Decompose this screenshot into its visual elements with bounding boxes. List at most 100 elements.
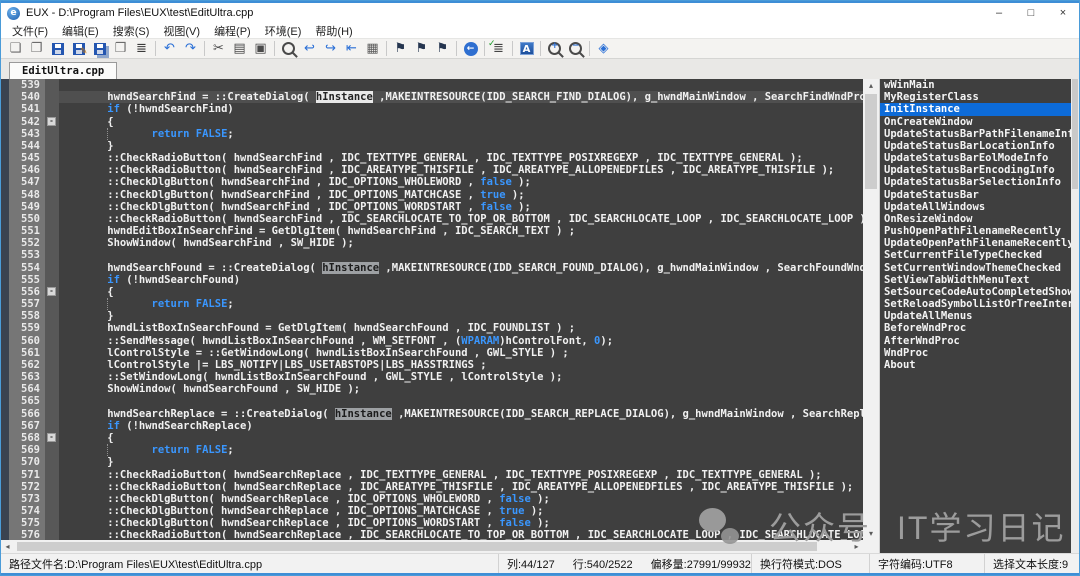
- code-line[interactable]: 539: [1, 79, 863, 91]
- code-line[interactable]: 568- {: [1, 432, 863, 444]
- find-previous-icon[interactable]: ↩: [299, 40, 320, 58]
- about-icon[interactable]: ◈: [593, 40, 614, 58]
- code-line[interactable]: 545 ::CheckRadioButton( hwndSearchFind ,…: [1, 152, 863, 164]
- sidebar-item-setsourcecodeautocompletedshowaf[interactable]: SetSourceCodeAutoCompletedShowAf: [880, 286, 1071, 298]
- sidebar-item-beforewndproc[interactable]: BeforeWndProc: [880, 322, 1071, 334]
- code-line[interactable]: 558 }: [1, 310, 863, 322]
- code-line[interactable]: 559 hwndListBoxInSearchFound = GetDlgIte…: [1, 322, 863, 334]
- back-icon[interactable]: ←: [460, 40, 481, 58]
- code-line[interactable]: 550 ::CheckRadioButton( hwndSearchFind ,…: [1, 213, 863, 225]
- code-line[interactable]: 562 lControlStyle |= LBS_NOTIFY|LBS_USET…: [1, 359, 863, 371]
- sidebar-item-onresizewindow[interactable]: OnResizeWindow: [880, 213, 1071, 225]
- close-button[interactable]: ×: [1047, 3, 1079, 23]
- code-line[interactable]: 544 }: [1, 140, 863, 152]
- copy-icon[interactable]: ▤: [229, 40, 250, 58]
- sidebar-item-afterwndproc[interactable]: AfterWndProc: [880, 335, 1071, 347]
- sidebar-item-updatestatusbareolmodeinfo[interactable]: UpdateStatusBarEolModeInfo: [880, 152, 1071, 164]
- menu-program[interactable]: 编程(P): [207, 23, 258, 39]
- code-line[interactable]: 565: [1, 395, 863, 407]
- undo-icon[interactable]: ↶: [159, 40, 180, 58]
- new-file-icon[interactable]: ❏: [5, 40, 26, 58]
- menu-search[interactable]: 搜索(S): [106, 23, 157, 39]
- find-next-icon[interactable]: ↪: [320, 40, 341, 58]
- open-file-icon[interactable]: ❐: [26, 40, 47, 58]
- sidebar-item-wwinmain[interactable]: wWinMain: [880, 79, 1071, 91]
- code-line[interactable]: 563 ::SetWindowLong( hwndListBoxInSearch…: [1, 371, 863, 383]
- sidebar-item-initinstance[interactable]: InitInstance: [880, 103, 1071, 115]
- horizontal-scrollbar[interactable]: ◂ ▸: [1, 540, 863, 553]
- sidebar-item-about[interactable]: About: [880, 359, 1071, 371]
- sidebar-item-updateallwindows[interactable]: UpdateAllWindows: [880, 201, 1071, 213]
- bookmark-previous-icon[interactable]: ⚑: [411, 40, 432, 58]
- code-line[interactable]: 569 return FALSE;: [1, 444, 863, 456]
- code-line[interactable]: 574 ::CheckDlgButton( hwndSearchReplace …: [1, 505, 863, 517]
- code-line[interactable]: 571 ::CheckRadioButton( hwndSearchReplac…: [1, 469, 863, 481]
- code-line[interactable]: 547 ::CheckDlgButton( hwndSearchFind , I…: [1, 176, 863, 188]
- menu-help[interactable]: 帮助(H): [308, 23, 359, 39]
- menu-edit[interactable]: 编辑(E): [55, 23, 106, 39]
- code-line[interactable]: 573 ::CheckDlgButton( hwndSearchReplace …: [1, 493, 863, 505]
- code-line[interactable]: 542- {: [1, 116, 863, 128]
- scroll-up-arrow[interactable]: ▴: [863, 79, 879, 92]
- zoom-out-icon[interactable]: [565, 40, 586, 58]
- sidebar-item-updatestatusbarpathfilenameinfo[interactable]: UpdateStatusBarPathFilenameInfo: [880, 128, 1071, 140]
- save-all-icon[interactable]: [89, 40, 110, 58]
- goto-icon[interactable]: ⇤: [341, 40, 362, 58]
- task-list-icon[interactable]: ≣: [488, 40, 509, 58]
- menu-environment[interactable]: 环境(E): [258, 23, 309, 39]
- fold-collapse-icon[interactable]: -: [47, 117, 56, 126]
- save-as-icon[interactable]: ✎: [68, 40, 89, 58]
- code-line[interactable]: 543 return FALSE;: [1, 128, 863, 140]
- code-line[interactable]: 567 if (!hwndSearchReplace): [1, 420, 863, 432]
- sidebar-item-setviewtabwidthmenutext[interactable]: SetViewTabWidthMenuText: [880, 274, 1071, 286]
- code-line[interactable]: 564 ShowWindow( hwndSearchFound , SW_HID…: [1, 383, 863, 395]
- paste-icon[interactable]: ▣: [250, 40, 271, 58]
- horizontal-scroll-thumb[interactable]: [17, 542, 817, 551]
- cut-icon[interactable]: ✂: [208, 40, 229, 58]
- code-line[interactable]: 555 if (!hwndSearchFound): [1, 274, 863, 286]
- code-line[interactable]: 551 hwndEditBoxInSearchFind = GetDlgItem…: [1, 225, 863, 237]
- sidebar-item-updatestatusbarencodinginfo[interactable]: UpdateStatusBarEncodingInfo: [880, 164, 1071, 176]
- sidebar-item-setcurrentfiletypechecked[interactable]: SetCurrentFileTypeChecked: [880, 249, 1071, 261]
- code-line[interactable]: 560 ::SendMessage( hwndListBoxInSearchFo…: [1, 335, 863, 347]
- code-line[interactable]: 575 ::CheckDlgButton( hwndSearchReplace …: [1, 517, 863, 529]
- code-line[interactable]: 548 ::CheckDlgButton( hwndSearchFind , I…: [1, 189, 863, 201]
- sidebar-item-oncreatewindow[interactable]: OnCreateWindow: [880, 116, 1071, 128]
- tab-editultra-cpp[interactable]: EditUltra.cpp: [9, 62, 117, 79]
- code-line[interactable]: 557 return FALSE;: [1, 298, 863, 310]
- sidebar-item-updateallmenus[interactable]: UpdateAllMenus: [880, 310, 1071, 322]
- code-area[interactable]: 539540 hwndSearchFind = ::CreateDialog( …: [1, 79, 863, 540]
- code-line[interactable]: 566 hwndSearchReplace = ::CreateDialog( …: [1, 408, 863, 420]
- redo-icon[interactable]: ↷: [180, 40, 201, 58]
- code-line[interactable]: 570 }: [1, 456, 863, 468]
- code-line[interactable]: 553: [1, 249, 863, 261]
- code-line[interactable]: 554 hwndSearchFound = ::CreateDialog( hI…: [1, 262, 863, 274]
- code-line[interactable]: 572 ::CheckRadioButton( hwndSearchReplac…: [1, 481, 863, 493]
- menu-view[interactable]: 视图(V): [156, 23, 207, 39]
- line-list-icon[interactable]: ≣: [131, 40, 152, 58]
- sidebar-item-wndproc[interactable]: WndProc: [880, 347, 1071, 359]
- code-line[interactable]: 552 ShowWindow( hwndSearchFind , SW_HIDE…: [1, 237, 863, 249]
- maximize-button[interactable]: □: [1015, 3, 1047, 23]
- vertical-scroll-thumb[interactable]: [865, 94, 877, 189]
- symbol-list-scroll-thumb[interactable]: [1072, 79, 1078, 189]
- code-line[interactable]: 549 ::CheckDlgButton( hwndSearchFind , I…: [1, 201, 863, 213]
- minimize-button[interactable]: –: [983, 3, 1015, 23]
- find-icon[interactable]: [278, 40, 299, 58]
- fold-collapse-icon[interactable]: -: [47, 287, 56, 296]
- replace-icon[interactable]: ▦: [362, 40, 383, 58]
- sidebar-item-pushopenpathfilenamerecently[interactable]: PushOpenPathFilenameRecently: [880, 225, 1071, 237]
- save-icon[interactable]: [47, 40, 68, 58]
- sidebar-item-setreloadsymbollistortreeinterva[interactable]: SetReloadSymbolListOrTreeInterva: [880, 298, 1071, 310]
- menu-file[interactable]: 文件(F): [5, 23, 55, 39]
- scroll-down-arrow[interactable]: ▾: [863, 527, 879, 540]
- close-file-icon[interactable]: ❒: [110, 40, 131, 58]
- sidebar-item-updatestatusbar[interactable]: UpdateStatusBar: [880, 189, 1071, 201]
- zoom-in-icon[interactable]: [544, 40, 565, 58]
- code-line[interactable]: 561 lControlStyle = ::GetWindowLong( hwn…: [1, 347, 863, 359]
- code-line[interactable]: 546 ::CheckRadioButton( hwndSearchFind ,…: [1, 164, 863, 176]
- sidebar-item-updateopenpathfilenamerecently[interactable]: UpdateOpenPathFilenameRecently: [880, 237, 1071, 249]
- sidebar-item-myregisterclass[interactable]: MyRegisterClass: [880, 91, 1071, 103]
- scroll-right-arrow[interactable]: ▸: [850, 540, 863, 553]
- code-line[interactable]: 541 if (!hwndSearchFind): [1, 103, 863, 115]
